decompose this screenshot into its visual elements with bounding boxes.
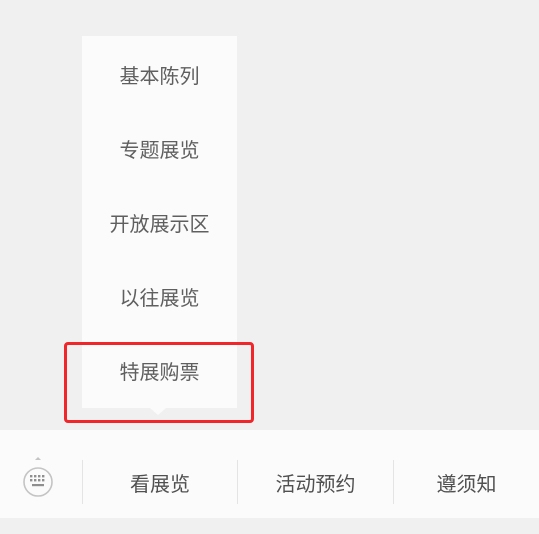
menu-item-open-display-area[interactable]: 开放展示区 bbox=[82, 185, 237, 259]
keyboard-toggle-button[interactable] bbox=[18, 456, 58, 500]
tab-view-exhibitions[interactable]: 看展览 bbox=[83, 430, 237, 534]
menu-item-label: 开放展示区 bbox=[109, 211, 210, 236]
bottom-tab-bar: 看展览 活动预约 遵须知 bbox=[0, 430, 539, 518]
menu-item-special-exhibition[interactable]: 专题展览 bbox=[82, 111, 237, 185]
highlight-box bbox=[64, 342, 254, 423]
tab-label: 遵须知 bbox=[436, 471, 497, 496]
menu-item-basic-exhibition[interactable]: 基本陈列 bbox=[82, 37, 237, 111]
menu-item-label: 以往展览 bbox=[119, 285, 200, 310]
menu-item-past-exhibitions[interactable]: 以往展览 bbox=[82, 259, 237, 333]
menu-item-label: 基本陈列 bbox=[119, 63, 200, 88]
menu-item-label: 专题展览 bbox=[119, 137, 200, 162]
tab-activity-booking[interactable]: 活动预约 bbox=[238, 430, 393, 534]
tab-visitor-notice[interactable]: 遵须知 bbox=[394, 430, 539, 534]
tab-label: 活动预约 bbox=[275, 471, 356, 496]
keyboard-icon bbox=[23, 457, 53, 497]
tab-label: 看展览 bbox=[130, 471, 190, 496]
